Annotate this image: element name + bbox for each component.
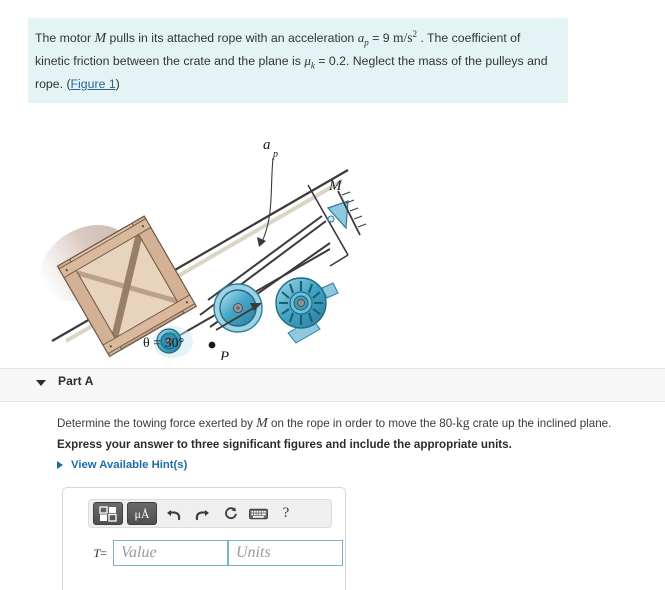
figure-label-motor: M [328, 178, 343, 194]
keyboard-icon [248, 508, 268, 519]
undo-button[interactable] [161, 502, 187, 525]
question-prompt-part1: Determine the towing force exerted by [57, 417, 257, 430]
question-prompt: Determine the towing force exerted by M … [57, 415, 617, 432]
answer-equals-sign: = [100, 545, 107, 560]
question-prompt-part2: on the rope in order to move the 80- [267, 417, 457, 430]
part-a-title: Part A [58, 374, 94, 388]
figure-container: a p M P θ = 30° [30, 95, 390, 360]
problem-statement-box: The motor M pulls in its attached rope w… [28, 18, 568, 103]
problem-text-close: ) [115, 77, 120, 91]
problem-statement-text: The motor M pulls in its attached rope w… [35, 25, 558, 94]
motor [275, 277, 339, 344]
template-icon [98, 505, 117, 522]
answer-symbol-label: T= [79, 546, 113, 561]
acceleration-equals: = 9 [368, 31, 393, 46]
motor-variable: M [94, 31, 107, 47]
units-button[interactable]: μÅ [127, 502, 157, 525]
redo-button[interactable] [189, 502, 215, 525]
figure-label-acceleration-sub: p [272, 149, 278, 160]
answer-toolbar: μÅ ? [88, 499, 332, 528]
answer-panel: μÅ ? T= Value Units [62, 487, 346, 590]
figure-label-angle: θ = 30° [143, 336, 184, 351]
help-icon: ? [282, 505, 290, 521]
answer-units-input[interactable] [228, 540, 343, 566]
figure-1-link[interactable]: Figure 1 [71, 77, 116, 91]
answer-value-input[interactable] [113, 540, 228, 566]
point-p-marker [208, 341, 216, 349]
problem-text-part1: The motor [35, 31, 95, 46]
part-a-header[interactable]: Part A [0, 368, 665, 402]
problem-text-part2: pulls in its attached rope with an accel… [106, 31, 358, 46]
answer-row: T= [79, 540, 343, 566]
keyboard-button[interactable] [245, 502, 271, 525]
reset-icon [224, 507, 237, 520]
template-button[interactable] [93, 502, 123, 525]
figure-label-point-p: P [219, 349, 229, 360]
units-button-label: μÅ [134, 506, 150, 521]
question-mass-unit: kg [456, 415, 470, 430]
help-button[interactable]: ? [273, 502, 299, 525]
chevron-down-icon[interactable] [36, 380, 46, 386]
figure-label-acceleration: a [263, 137, 271, 153]
acceleration-unit: m/s [392, 30, 413, 46]
view-hints-link[interactable]: View Available Hint(s) [57, 459, 187, 471]
answer-instruction: Express your answer to three significant… [57, 438, 512, 451]
inclined-plane-figure: a p M P θ = 30° [40, 137, 367, 360]
question-motor-variable: M [256, 416, 268, 431]
undo-icon [167, 509, 181, 520]
redo-icon [195, 509, 209, 520]
question-prompt-part3: crate up the inclined plane. [469, 417, 612, 430]
reset-button[interactable] [217, 502, 243, 525]
chevron-right-icon[interactable] [57, 461, 63, 469]
view-hints-label: View Available Hint(s) [71, 459, 188, 471]
